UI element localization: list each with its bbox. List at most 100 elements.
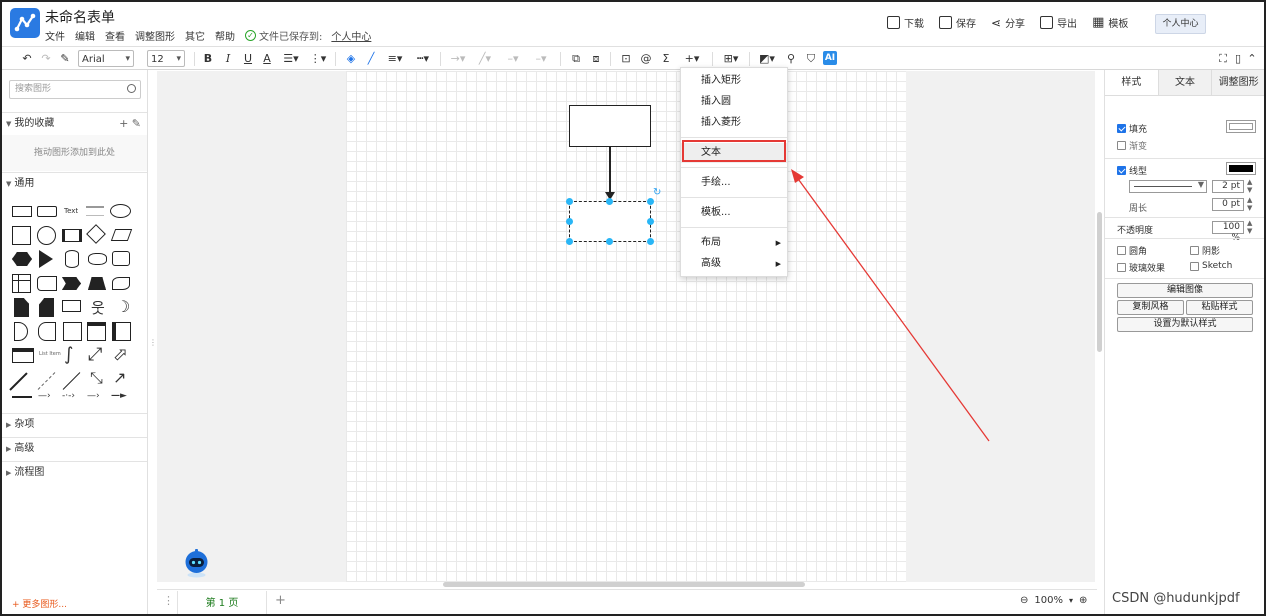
menu-file[interactable]: 文件	[45, 28, 65, 43]
glass-checkbox[interactable]	[1117, 263, 1126, 272]
cylinder-shape[interactable]	[65, 250, 79, 268]
edit-image-button[interactable]: 编辑图像	[1117, 283, 1253, 298]
curve-shape[interactable]: ∫	[64, 344, 73, 365]
fill-option[interactable]: 填充	[1117, 122, 1147, 135]
line-shape[interactable]	[9, 372, 28, 391]
line-width-stepper-icon[interactable]: ▲ ▼	[1247, 178, 1252, 194]
paste-style-button[interactable]: 粘贴样式	[1186, 300, 1253, 315]
image-icon[interactable]: ⊡	[619, 50, 633, 67]
thin-line-shape[interactable]	[62, 372, 81, 390]
zoom-in-icon[interactable]: ⊕	[1079, 595, 1087, 606]
resize-handle[interactable]	[647, 238, 654, 245]
link-shape[interactable]	[12, 396, 32, 398]
arrow-shape[interactable]: ⬀	[113, 344, 128, 365]
menu-item-layout[interactable]: 布局 ▶	[681, 233, 787, 253]
to-front-icon[interactable]: ⧉	[569, 50, 583, 67]
format-painter-icon[interactable]: ✎	[58, 50, 72, 67]
menu-item-template[interactable]: 模板...	[681, 203, 787, 223]
ai-assistant-icon[interactable]: AI	[823, 51, 837, 65]
rounded-checkbox[interactable]	[1117, 246, 1126, 255]
more-shapes-link[interactable]: + 更多图形...	[12, 597, 67, 610]
shape-search-input[interactable]: 搜索图形	[9, 80, 141, 99]
menu-edit[interactable]: 编辑	[75, 28, 95, 43]
underline-icon[interactable]: U	[242, 50, 254, 67]
align-icon[interactable]: ☰▾	[281, 50, 301, 67]
perimeter-stepper-icon[interactable]: ▲ ▼	[1247, 196, 1252, 212]
tab-arrange[interactable]: 调整图形	[1212, 70, 1264, 95]
document-shape[interactable]	[112, 251, 130, 266]
opacity-input[interactable]: 100 %	[1212, 221, 1244, 243]
page-menu-icon[interactable]: ⋮	[163, 594, 174, 607]
trapezoid-shape[interactable]	[88, 277, 106, 290]
tape-shape[interactable]	[112, 277, 130, 290]
advanced-section-header[interactable]: ▶ 高级	[2, 437, 147, 459]
vertical-scrollbar[interactable]	[1097, 212, 1102, 352]
menu-item-advanced[interactable]: 高级 ▶	[681, 254, 787, 274]
resize-handle[interactable]	[647, 218, 654, 225]
line-color-swatch[interactable]	[1226, 162, 1256, 175]
save-location-link[interactable]: 个人中心	[331, 28, 371, 43]
directional-connector-shape[interactable]: ↗	[113, 368, 126, 387]
shadow-checkbox[interactable]	[1190, 246, 1199, 255]
hexagon-shape[interactable]	[12, 252, 32, 266]
square-shape[interactable]	[12, 226, 31, 245]
general-section-header[interactable]: ▼ 通用	[2, 172, 147, 194]
pin-icon[interactable]: ⚲	[784, 50, 798, 67]
connector-line[interactable]	[609, 147, 611, 195]
zoom-level-select[interactable]: 100%	[1034, 595, 1063, 606]
menu-item-freehand[interactable]: 手绘...	[681, 173, 787, 193]
card-shape[interactable]	[39, 298, 54, 317]
fullscreen-icon[interactable]: ⛶	[1216, 50, 1230, 67]
rounded-option[interactable]: 圆角	[1117, 244, 1147, 257]
diamond-shape[interactable]	[86, 224, 106, 244]
line-style-icon[interactable]: ┅▾	[412, 50, 434, 67]
waypoint-icon[interactable]: ╱▾	[474, 50, 496, 67]
redo-icon[interactable]: ↷	[39, 50, 53, 67]
rounded-rectangle-shape[interactable]	[37, 206, 57, 217]
glass-option[interactable]: 玻璃效果	[1117, 261, 1165, 274]
circle-shape[interactable]	[37, 226, 56, 245]
font-color-icon[interactable]: A	[261, 50, 273, 67]
chevron-down-icon[interactable]: ▾	[1069, 596, 1073, 605]
font-family-select[interactable]: Arial	[78, 50, 134, 68]
cloud-shape[interactable]	[88, 253, 107, 265]
share-button[interactable]: ⋖ 分享	[991, 15, 1025, 31]
zoom-out-icon[interactable]: ⊖	[1020, 595, 1028, 606]
rotate-handle-icon[interactable]: ↻	[653, 187, 661, 198]
fill-checkbox[interactable]	[1117, 124, 1126, 133]
misc-section-header[interactable]: ▶ 杂项	[2, 413, 147, 435]
list-shape[interactable]	[12, 348, 34, 363]
resize-handle[interactable]	[606, 198, 613, 205]
textbox-shape[interactable]	[86, 206, 104, 216]
tab-text[interactable]: 文本	[1158, 70, 1213, 95]
rectangle-shape[interactable]	[12, 206, 32, 217]
table-icon[interactable]: ⊞▾	[720, 50, 742, 67]
panel-toggle-icon[interactable]: ▯	[1231, 50, 1245, 67]
search-icon[interactable]	[127, 84, 136, 93]
resize-handle[interactable]	[647, 198, 654, 205]
favorites-drop-zone[interactable]: 拖动图形添加到此处	[2, 135, 147, 171]
gradient-checkbox[interactable]	[1117, 141, 1126, 150]
resize-handle[interactable]	[566, 218, 573, 225]
text-shape[interactable]: Text	[64, 207, 78, 215]
line-color-icon[interactable]: ╱	[364, 50, 378, 67]
line-width-icon[interactable]: ≡▾	[384, 50, 406, 67]
perimeter-input[interactable]: 0 pt	[1212, 198, 1244, 211]
bold-icon[interactable]: B	[202, 50, 214, 67]
data-storage-shape[interactable]	[38, 322, 56, 341]
list-item-shape[interactable]: List Item	[39, 351, 61, 357]
document-title[interactable]: 未命名表单	[45, 7, 115, 27]
shadow-option[interactable]: 阴影	[1190, 244, 1220, 257]
menu-item-insert-circle[interactable]: 插入圆	[681, 92, 787, 112]
line-checkbox[interactable]	[1117, 166, 1126, 175]
ellipse-shape[interactable]	[110, 204, 131, 218]
link-icon[interactable]: @	[639, 50, 653, 67]
robot-assistant-icon[interactable]	[183, 548, 210, 578]
user-center-button[interactable]: 个人中心	[1155, 14, 1206, 34]
rectangle-node[interactable]	[569, 105, 651, 147]
sketch-checkbox[interactable]	[1190, 261, 1199, 271]
menu-item-insert-rectangle[interactable]: 插入矩形	[681, 71, 787, 91]
menu-view[interactable]: 查看	[105, 28, 125, 43]
menu-help[interactable]: 帮助	[215, 28, 235, 43]
insert-plus-icon[interactable]: +▾	[682, 50, 702, 67]
